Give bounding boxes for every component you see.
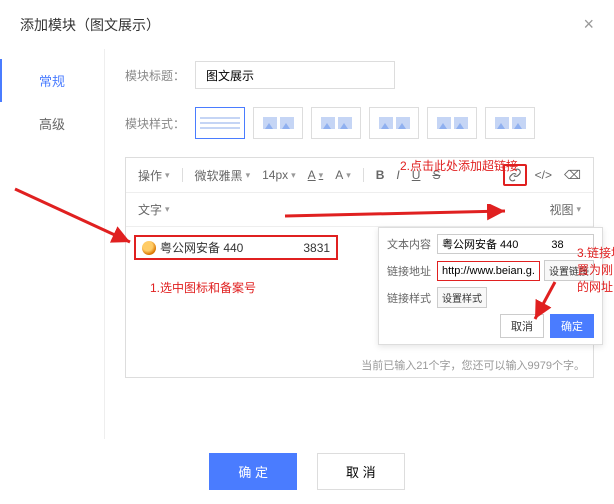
toolbar-link-icon[interactable]	[503, 164, 527, 186]
toolbar-size[interactable]: 14px	[258, 166, 300, 184]
module-title-input[interactable]	[195, 61, 395, 89]
set-style-button[interactable]: 设置样式	[437, 287, 487, 308]
tab-advanced[interactable]: 高级	[0, 102, 104, 145]
char-count: 当前已输入21个字，您还可以输入9979个字。	[361, 357, 585, 373]
popup-cancel-button[interactable]: 取消	[500, 314, 544, 338]
label-module-title: 模块标题：	[125, 67, 195, 84]
toolbar-clear-icon[interactable]: ⌫	[560, 166, 585, 184]
toolbar-bold[interactable]: B	[372, 166, 389, 184]
label-link-style: 链接样式	[387, 290, 433, 306]
link-popup: 文本内容 链接地址 设置链接 链接样式 设置样式	[378, 227, 603, 345]
toolbar-bgcolor[interactable]: A	[331, 166, 355, 184]
selected-content[interactable]: 粤公网安备 440 3831	[134, 235, 338, 260]
toolbar-code-icon[interactable]: </>	[531, 166, 556, 184]
toolbar-fontcolor[interactable]: A	[304, 166, 328, 184]
style-option-5[interactable]	[427, 107, 477, 139]
toolbar-italic[interactable]: I	[392, 166, 403, 184]
beian-text: 粤公网安备 440 3831	[160, 239, 330, 256]
cancel-button[interactable]: 取 消	[317, 453, 405, 490]
link-text-input[interactable]	[437, 234, 594, 254]
style-option-3[interactable]	[311, 107, 361, 139]
tab-general[interactable]: 常规	[0, 59, 104, 102]
style-option-4[interactable]	[369, 107, 419, 139]
toolbar-underline[interactable]: U	[408, 166, 425, 184]
toolbar-text[interactable]: 文字	[134, 199, 174, 220]
sidebar: 常规 高级	[0, 49, 105, 439]
style-option-2[interactable]	[253, 107, 303, 139]
toolbar-font[interactable]: 微软雅黑	[191, 165, 255, 186]
confirm-button[interactable]: 确 定	[209, 453, 297, 490]
label-link-url: 链接地址	[387, 263, 433, 279]
beian-badge-icon	[142, 241, 156, 255]
style-option-1[interactable]	[195, 107, 245, 139]
close-icon[interactable]: ×	[583, 14, 594, 35]
toolbar-strike[interactable]: S	[428, 166, 444, 184]
link-url-input[interactable]	[437, 261, 540, 281]
style-option-6[interactable]	[485, 107, 535, 139]
popup-confirm-button[interactable]: 确定	[550, 314, 594, 338]
toolbar-view[interactable]: 视图	[545, 199, 585, 220]
set-link-button[interactable]: 设置链接	[544, 260, 594, 281]
label-text-content: 文本内容	[387, 236, 433, 252]
toolbar-action[interactable]: 操作	[134, 165, 174, 186]
label-module-style: 模块样式：	[125, 115, 195, 132]
dialog-title: 添加模块（图文展示）	[20, 15, 160, 35]
rich-editor: 操作 微软雅黑 14px A A B I U S </> ⌫	[125, 157, 594, 378]
